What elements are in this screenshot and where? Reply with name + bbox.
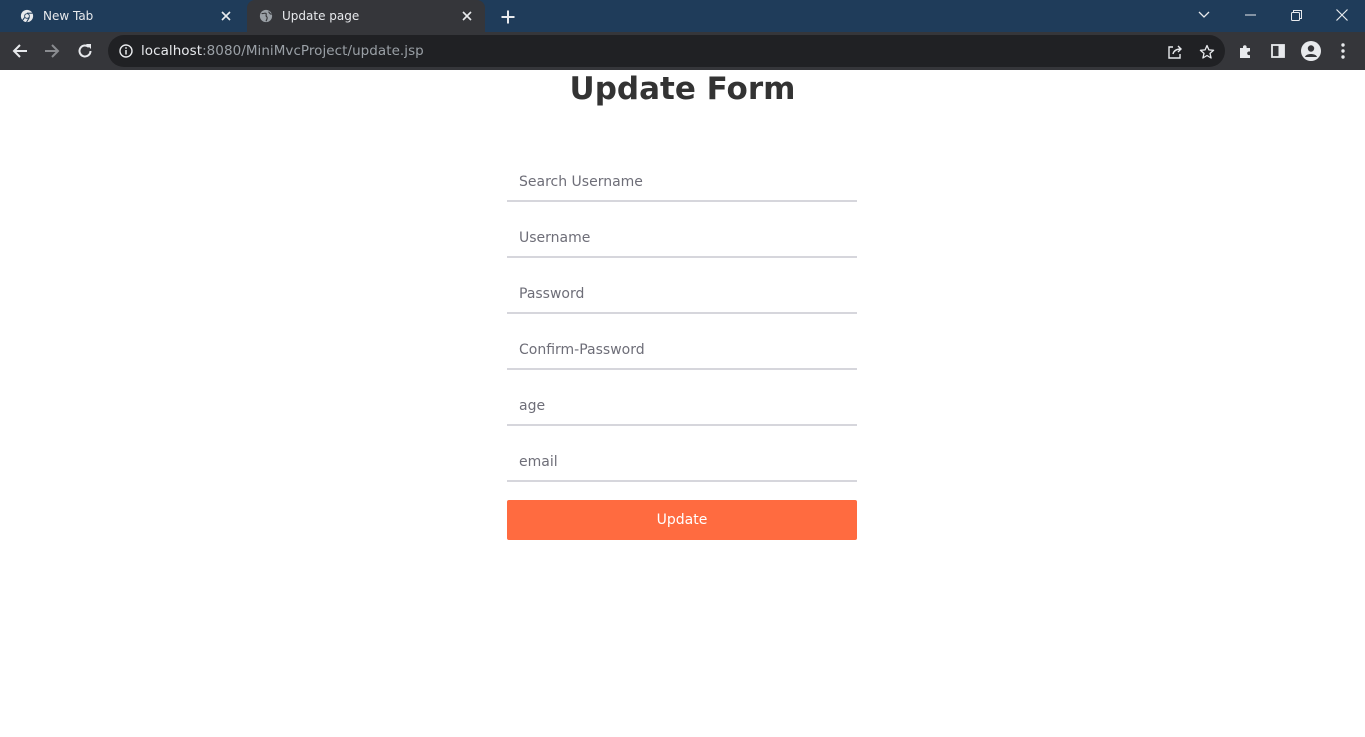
search-username-input[interactable] <box>507 164 857 202</box>
chevron-down-icon <box>1198 11 1210 18</box>
page-title: Update Form <box>569 71 796 107</box>
close-tab-icon[interactable] <box>459 8 475 24</box>
close-window-button[interactable] <box>1319 0 1365 30</box>
side-panel-button[interactable] <box>1264 37 1292 65</box>
bookmark-star-icon[interactable] <box>1198 43 1216 61</box>
url-path: :8080/MiniMvcProject/update.jsp <box>202 43 424 59</box>
tab-new-tab[interactable]: New Tab <box>8 0 244 32</box>
browser-toolbar: localhost:8080/MiniMvcProject/update.jsp <box>0 32 1365 70</box>
tab-update-page[interactable]: Update page <box>247 0 485 32</box>
update-button[interactable]: Update <box>507 500 857 540</box>
back-button[interactable] <box>6 37 34 65</box>
avatar-icon <box>1301 41 1321 61</box>
email-input[interactable] <box>507 444 857 482</box>
new-tab-button[interactable] <box>497 6 519 28</box>
info-icon[interactable] <box>118 43 134 59</box>
close-tab-icon[interactable] <box>218 8 234 24</box>
chrome-icon <box>19 8 35 24</box>
kebab-menu-icon <box>1341 43 1345 59</box>
globe-icon <box>258 8 274 24</box>
minimize-icon <box>1244 14 1256 16</box>
tab-title: New Tab <box>43 9 94 23</box>
tab-search-button[interactable] <box>1181 0 1227 30</box>
url-text: localhost:8080/MiniMvcProject/update.jsp <box>141 43 424 59</box>
menu-button[interactable] <box>1329 37 1357 65</box>
restore-button[interactable] <box>1273 0 1319 30</box>
minimize-button[interactable] <box>1227 0 1273 30</box>
tab-strip: New Tab Update page <box>0 0 1365 32</box>
extensions-button[interactable] <box>1232 37 1260 65</box>
tab-title: Update page <box>282 9 360 23</box>
restore-icon <box>1290 9 1302 21</box>
reload-button[interactable] <box>71 37 99 65</box>
puzzle-icon <box>1240 45 1250 58</box>
side-panel-icon <box>1271 44 1285 58</box>
plus-icon <box>501 10 515 24</box>
profile-button[interactable] <box>1297 37 1325 65</box>
password-input[interactable] <box>507 276 857 314</box>
age-input[interactable] <box>507 388 857 426</box>
arrow-right-icon <box>45 44 60 58</box>
arrow-left-icon <box>12 44 27 58</box>
url-host: localhost <box>141 43 203 59</box>
username-input[interactable] <box>507 220 857 258</box>
reload-icon <box>78 44 92 58</box>
forward-button[interactable] <box>38 37 66 65</box>
close-icon <box>1336 9 1348 21</box>
address-bar[interactable]: localhost:8080/MiniMvcProject/update.jsp <box>108 35 1225 67</box>
share-icon[interactable] <box>1166 43 1184 61</box>
confirm-password-input[interactable] <box>507 332 857 370</box>
page-content: Update Form Update <box>0 70 1365 737</box>
